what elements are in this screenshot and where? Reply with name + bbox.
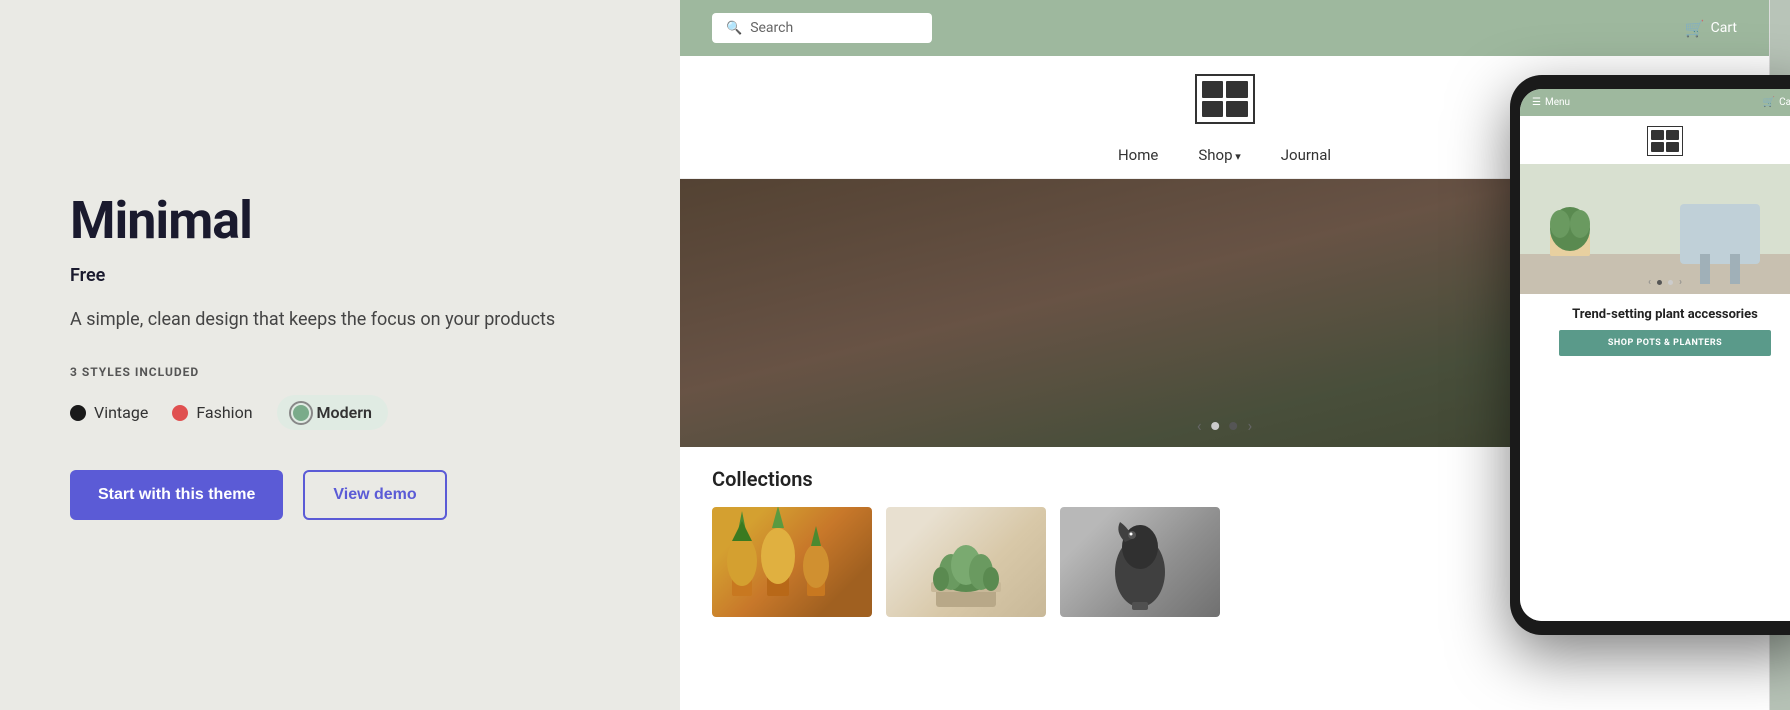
- styles-label: 3 STYLES INCLUDED: [70, 365, 610, 379]
- logo-dot-1: [1202, 81, 1224, 98]
- hero-prev-arrow[interactable]: ‹: [1197, 416, 1202, 435]
- modern-dot: [293, 405, 309, 421]
- mobile-hero-image: [1520, 164, 1790, 294]
- mobile-logo-area: [1520, 116, 1790, 164]
- buttons-row: Start with this theme View demo: [70, 470, 610, 520]
- hero-next-arrow[interactable]: ›: [1248, 416, 1253, 435]
- collection-card-bird[interactable]: [1060, 507, 1220, 617]
- m-logo-dot-4: [1666, 142, 1679, 152]
- fashion-label: Fashion: [196, 403, 252, 422]
- nav-item-home[interactable]: Home: [1118, 146, 1158, 164]
- left-panel: Minimal Free A simple, clean design that…: [0, 0, 680, 710]
- fashion-dot: [172, 405, 188, 421]
- vintage-label: Vintage: [94, 403, 148, 422]
- logo-dot-2: [1226, 81, 1248, 98]
- right-panel: 🔍 Search 🛒 Cart Home Shop Journal: [680, 0, 1790, 710]
- cart-icon: 🛒: [1685, 19, 1705, 38]
- mobile-screen: ☰ Menu 🛒 Cart: [1520, 89, 1790, 621]
- mobile-menu-button[interactable]: ☰ Menu: [1532, 97, 1570, 108]
- mobile-cart-button[interactable]: 🛒 Cart: [1763, 97, 1790, 108]
- store-logo: [1195, 74, 1255, 124]
- mobile-cart-label: Cart: [1779, 97, 1790, 108]
- theme-price: Free: [70, 265, 610, 286]
- collection-card-pineapples[interactable]: [712, 507, 872, 617]
- theme-description: A simple, clean design that keeps the fo…: [70, 306, 610, 334]
- search-bar[interactable]: 🔍 Search: [712, 13, 932, 43]
- mobile-content-title: Trend-setting plant accessories: [1532, 306, 1790, 324]
- m-logo-dot-2: [1666, 130, 1679, 140]
- hamburger-icon: ☰: [1532, 97, 1541, 108]
- m-logo-dot-1: [1651, 130, 1664, 140]
- view-demo-button[interactable]: View demo: [303, 470, 446, 520]
- mobile-carousel-dots: ‹ ›: [1648, 277, 1682, 288]
- search-icon: 🔍: [726, 21, 742, 36]
- mobile-logo: [1647, 126, 1683, 156]
- logo-dot-3: [1202, 101, 1224, 118]
- mobile-next-arrow[interactable]: ›: [1679, 277, 1682, 288]
- style-option-modern[interactable]: Modern: [277, 395, 388, 430]
- m-dot-2: [1668, 280, 1673, 285]
- mobile-shop-button[interactable]: SHOP POTS & PLANTERS: [1559, 330, 1772, 356]
- mobile-preview: ☰ Menu 🛒 Cart: [1510, 75, 1790, 635]
- hero-carousel-dots: ‹ ›: [1197, 416, 1253, 435]
- m-logo-dot-3: [1651, 142, 1664, 152]
- mobile-topbar: ☰ Menu 🛒 Cart: [1520, 89, 1790, 116]
- m-dot-1: [1657, 280, 1662, 285]
- vintage-dot: [70, 405, 86, 421]
- hero-dot-1: [1212, 422, 1220, 430]
- hero-dot-2: [1230, 422, 1238, 430]
- style-option-fashion[interactable]: Fashion: [172, 403, 252, 422]
- cart-label: Cart: [1711, 20, 1737, 36]
- styles-row: Vintage Fashion Modern: [70, 395, 610, 430]
- nav-item-shop[interactable]: Shop: [1198, 146, 1240, 164]
- mobile-content: Trend-setting plant accessories SHOP POT…: [1520, 294, 1790, 621]
- cart-link[interactable]: 🛒 Cart: [1685, 19, 1737, 38]
- collection-card-succulents[interactable]: [886, 507, 1046, 617]
- store-topbar: 🔍 Search 🛒 Cart: [680, 0, 1769, 56]
- mobile-cart-icon: 🛒: [1763, 97, 1775, 108]
- mobile-menu-label: Menu: [1545, 97, 1570, 108]
- search-input-text: Search: [750, 20, 793, 36]
- modern-label: Modern: [317, 403, 372, 422]
- theme-title: Minimal: [70, 190, 610, 251]
- logo-dot-4: [1226, 101, 1248, 118]
- mobile-prev-arrow[interactable]: ‹: [1648, 277, 1651, 288]
- style-option-vintage[interactable]: Vintage: [70, 403, 148, 422]
- mobile-device: ☰ Menu 🛒 Cart: [1510, 75, 1790, 635]
- start-theme-button[interactable]: Start with this theme: [70, 470, 283, 520]
- mobile-hero: ‹ ›: [1520, 164, 1790, 294]
- nav-item-journal[interactable]: Journal: [1281, 146, 1331, 164]
